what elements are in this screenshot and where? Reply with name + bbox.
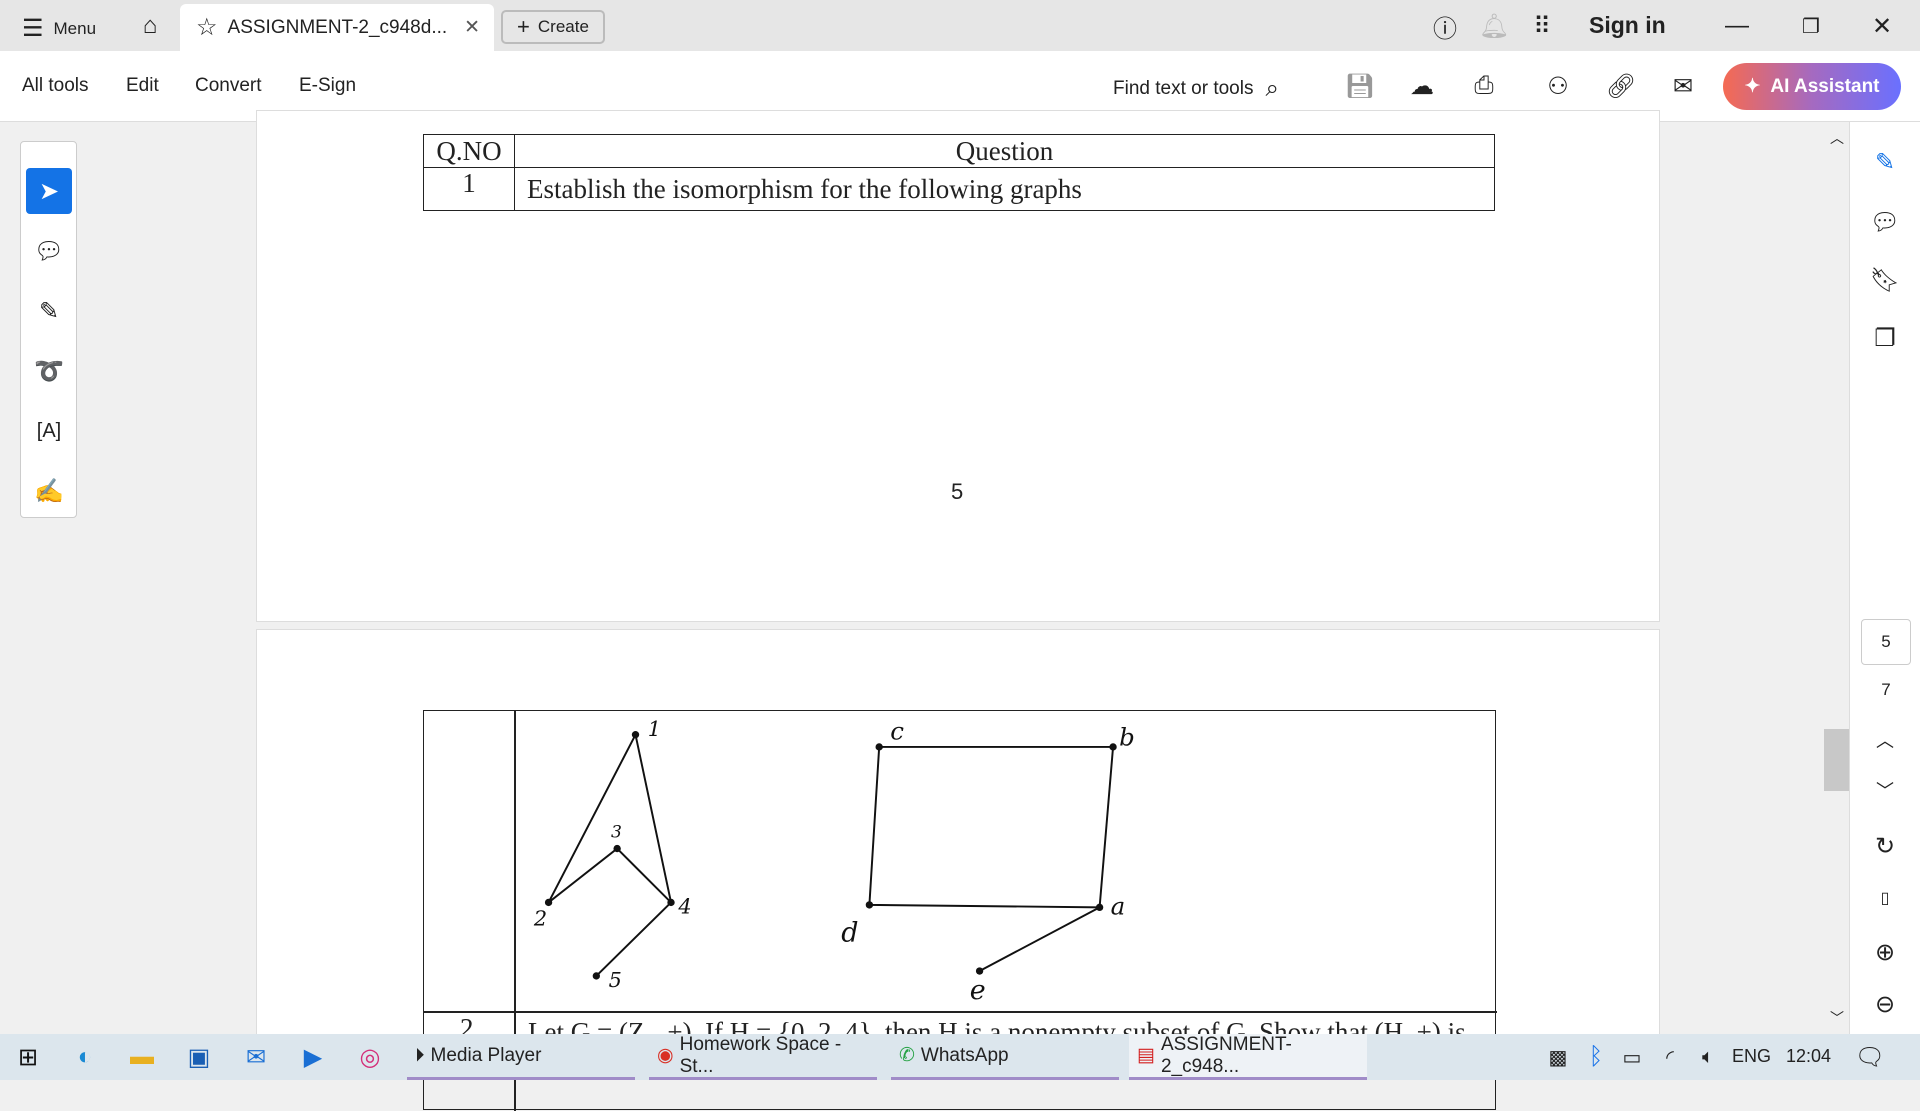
- bookmarks-icon[interactable]: 🔖︎: [1867, 262, 1903, 298]
- hamburger-icon: ☰: [22, 15, 44, 42]
- total-pages: 7: [1881, 680, 1891, 699]
- vertical-scrollbar[interactable]: ︿ ﹀: [1824, 122, 1849, 1034]
- close-window-icon[interactable]: ✕: [1864, 8, 1900, 44]
- tool-rail: ➤ 💬︎ ✎ ➰ [A] ✍: [20, 141, 77, 518]
- rotate-icon[interactable]: ↻: [1867, 828, 1903, 864]
- clock[interactable]: 12:04: [1786, 1046, 1831, 1067]
- minimize-icon[interactable]: —: [1719, 8, 1755, 44]
- comments-icon[interactable]: 💬︎: [1867, 204, 1903, 240]
- windows-start-icon[interactable]: ⊞: [10, 1039, 46, 1075]
- sign-in-button[interactable]: Sign in: [1589, 12, 1666, 39]
- restore-icon[interactable]: ❐: [1793, 8, 1829, 44]
- pdf-icon: ▤: [1137, 1045, 1155, 1066]
- bell-icon[interactable]: 🔔︎: [1476, 8, 1512, 44]
- comment-tool-icon[interactable]: 💬︎: [26, 228, 72, 274]
- star-icon[interactable]: ☆: [196, 13, 218, 42]
- convert-menu[interactable]: Convert: [195, 75, 262, 97]
- document-tab[interactable]: ☆ ASSIGNMENT-2_c948d... ✕: [180, 4, 494, 51]
- apps-grid-icon[interactable]: ⠿: [1524, 8, 1560, 44]
- video-app-icon[interactable]: ▶: [295, 1039, 331, 1075]
- taskbar-acrobat[interactable]: ▤ ASSIGNMENT-2_c948...: [1129, 1034, 1367, 1080]
- taskbar-chrome[interactable]: ◉ Homework Space - St...: [649, 1034, 877, 1080]
- whatsapp-icon: ✆: [899, 1045, 915, 1066]
- save-icon[interactable]: 💾︎: [1342, 68, 1378, 104]
- ai-sparkle-icon: ✦: [1744, 76, 1761, 97]
- bluetooth-icon[interactable]: ᛒ: [1578, 1039, 1614, 1075]
- taskbar-media-player[interactable]: ⏵ Media Player: [407, 1034, 635, 1080]
- edit-pdf-icon[interactable]: ✎: [1867, 144, 1903, 180]
- scroll-down-icon[interactable]: ﹀: [1830, 1008, 1844, 1028]
- close-tab-icon[interactable]: ✕: [464, 16, 480, 39]
- pages-icon[interactable]: ❐: [1867, 320, 1903, 356]
- scroll-thumb[interactable]: [1824, 729, 1849, 791]
- mail-icon[interactable]: ✉: [1665, 68, 1701, 104]
- sign-pen-icon[interactable]: ✍: [26, 468, 72, 514]
- previous-page-icon[interactable]: ︿: [1867, 722, 1903, 758]
- taskbar-whatsapp[interactable]: ✆ WhatsApp: [891, 1034, 1119, 1080]
- mail-app-icon[interactable]: ✉: [238, 1039, 274, 1075]
- share-user-icon[interactable]: ⚇: [1540, 68, 1576, 104]
- zoom-in-icon[interactable]: ⊕: [1867, 934, 1903, 970]
- title-bar: ☰ Menu ⌂ ☆ ASSIGNMENT-2_c948d... ✕ + Creat…: [0, 0, 1920, 51]
- header-qno: Q.NO: [423, 134, 515, 168]
- current-page-input[interactable]: 5: [1861, 619, 1911, 665]
- cell-question: Establish the isomorphism for the follow…: [514, 167, 1495, 211]
- link-icon[interactable]: 🔗︎: [1603, 68, 1639, 104]
- highlight-pen-icon[interactable]: ✎: [26, 288, 72, 334]
- store-icon[interactable]: ▣: [181, 1039, 217, 1075]
- instagram-icon[interactable]: ◎: [352, 1039, 388, 1075]
- battery-icon[interactable]: ▭: [1614, 1039, 1650, 1075]
- edit-menu[interactable]: Edit: [126, 75, 159, 97]
- volume-icon[interactable]: 🔈︎: [1690, 1039, 1726, 1075]
- file-explorer-icon[interactable]: ▬: [124, 1039, 160, 1075]
- next-page-icon[interactable]: ﹀: [1867, 772, 1903, 808]
- tray-app-icon[interactable]: ▩: [1540, 1039, 1576, 1075]
- esign-menu[interactable]: E-Sign: [299, 75, 356, 97]
- print-icon[interactable]: ⎙: [1466, 68, 1502, 104]
- find-button[interactable]: Find text or tools ⌕: [1113, 75, 1279, 103]
- text-select-icon[interactable]: [A]: [26, 408, 72, 454]
- draw-lasso-icon[interactable]: ➰: [26, 348, 72, 394]
- pdf-page-5: Q.NO Question 1 Establish the isomorphism …: [256, 110, 1660, 622]
- header-question: Question: [514, 134, 1495, 168]
- edge-icon[interactable]: ◐: [67, 1039, 103, 1075]
- all-tools-menu[interactable]: All tools: [22, 75, 89, 97]
- zoom-out-icon[interactable]: ⊖: [1867, 986, 1903, 1022]
- question-table: Q.NO Question 1 Establish the isomorphism …: [423, 134, 1495, 211]
- fit-page-icon[interactable]: ▯: [1867, 880, 1903, 916]
- menu-button[interactable]: ☰ Menu: [22, 14, 96, 43]
- cell-qno: 1: [423, 167, 515, 211]
- ai-assistant-button[interactable]: ✦ AI Assistant: [1723, 63, 1901, 110]
- select-tool-icon[interactable]: ➤: [26, 168, 72, 214]
- wifi-icon[interactable]: ◜: [1652, 1039, 1688, 1075]
- create-button[interactable]: + Create: [501, 10, 605, 44]
- upload-cloud-icon[interactable]: ☁: [1404, 68, 1440, 104]
- chrome-icon: ◉: [657, 1045, 674, 1066]
- page-number: 5: [951, 479, 964, 504]
- language-indicator[interactable]: ENG: [1732, 1046, 1771, 1067]
- taskbar: ⊞ ◐ ▬ ▣ ✉ ▶ ◎ ⏵ Media Player ◉ Homework Sp…: [0, 1034, 1920, 1080]
- plus-icon: +: [517, 14, 530, 39]
- home-icon[interactable]: ⌂: [132, 8, 168, 44]
- scroll-up-icon[interactable]: ︿: [1830, 128, 1844, 148]
- help-icon[interactable]: ⓘ: [1427, 8, 1463, 44]
- media-player-icon: ⏵: [415, 1044, 425, 1066]
- right-panel: ✎ 💬︎ 🔖︎ ❐ 5 7 ︿ ﹀ ↻ ▯ ⊕ ⊖: [1849, 122, 1920, 1034]
- notifications-icon[interactable]: 🗨︎: [1852, 1039, 1888, 1075]
- search-icon: ⌕: [1265, 75, 1279, 102]
- pdf-page-6: 2 Let G = (Z₆, +). If H = {0, 2, 4}, the…: [256, 629, 1660, 1111]
